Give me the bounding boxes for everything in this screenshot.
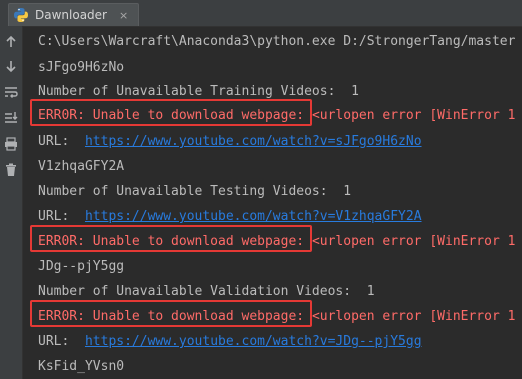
video-id-line: sJFgo9H6zNo bbox=[38, 60, 125, 75]
error-message: ERR0R: Unable to download webpage: bbox=[38, 234, 312, 249]
error-line: ERR0R: Unable to download webpage: <urlo… bbox=[38, 107, 515, 125]
video-id-line: V1zhqaGFY2A bbox=[38, 159, 125, 174]
error-message: ERR0R: Unable to download webpage: bbox=[38, 108, 312, 123]
url-link[interactable]: https://www.youtube.com/watch?v=sJFgo9H6… bbox=[85, 134, 422, 149]
close-icon[interactable]: × bbox=[119, 9, 128, 22]
url-label: URL: bbox=[38, 209, 85, 224]
scroll-to-end-icon[interactable] bbox=[3, 110, 19, 126]
url-line: URL: https://www.youtube.com/watch?v=V1z… bbox=[38, 208, 422, 226]
error-line: ERR0R: Unable to download webpage: <urlo… bbox=[38, 233, 515, 251]
error-detail: <urlopen error [WinError 1 bbox=[311, 108, 516, 123]
error-detail: <urlopen error [WinError 1 bbox=[311, 234, 516, 249]
tab-dawnloader[interactable]: Dawnloader × bbox=[8, 3, 140, 26]
url-link[interactable]: https://www.youtube.com/watch?v=V1zhqaGF… bbox=[85, 209, 422, 224]
unavailable-testing-line: Number of Unavailable Testing Videos: 1 bbox=[38, 184, 352, 199]
console-toolbar bbox=[0, 26, 23, 379]
tab-title: Dawnloader bbox=[35, 8, 107, 22]
python-icon bbox=[13, 7, 29, 23]
soft-wrap-icon[interactable] bbox=[3, 84, 19, 100]
error-detail: <urlopen error [WinError 1 bbox=[311, 309, 516, 324]
url-label: URL: bbox=[38, 134, 85, 149]
url-label: URL: bbox=[38, 334, 85, 349]
error-message: ERR0R: Unable to download webpage: bbox=[38, 309, 312, 324]
tab-bar: Dawnloader × bbox=[0, 0, 522, 27]
url-line: URL: https://www.youtube.com/watch?v=sJF… bbox=[38, 133, 422, 151]
url-link[interactable]: https://www.youtube.com/watch?v=JDg--pjY… bbox=[85, 334, 422, 349]
video-id-line: KsFid_YVsn0 bbox=[38, 359, 125, 374]
command-line: C:\Users\Warcraft\Anaconda3\python.exe D… bbox=[38, 34, 516, 49]
print-icon[interactable] bbox=[3, 136, 19, 152]
video-id-line: JDg--pjY5gg bbox=[38, 259, 125, 274]
arrow-down-icon[interactable] bbox=[3, 58, 19, 74]
url-line: URL: https://www.youtube.com/watch?v=JDg… bbox=[38, 333, 422, 351]
error-line: ERR0R: Unable to download webpage: <urlo… bbox=[38, 308, 515, 326]
run-window: Dawnloader × C:\Users\Warcraft\Anaconda3… bbox=[0, 0, 522, 379]
unavailable-validation-line: Number of Unavailable Validation Videos:… bbox=[38, 284, 375, 299]
trash-icon[interactable] bbox=[3, 162, 19, 178]
arrow-up-icon[interactable] bbox=[3, 34, 19, 50]
console-output[interactable]: C:\Users\Warcraft\Anaconda3\python.exe D… bbox=[23, 26, 522, 379]
